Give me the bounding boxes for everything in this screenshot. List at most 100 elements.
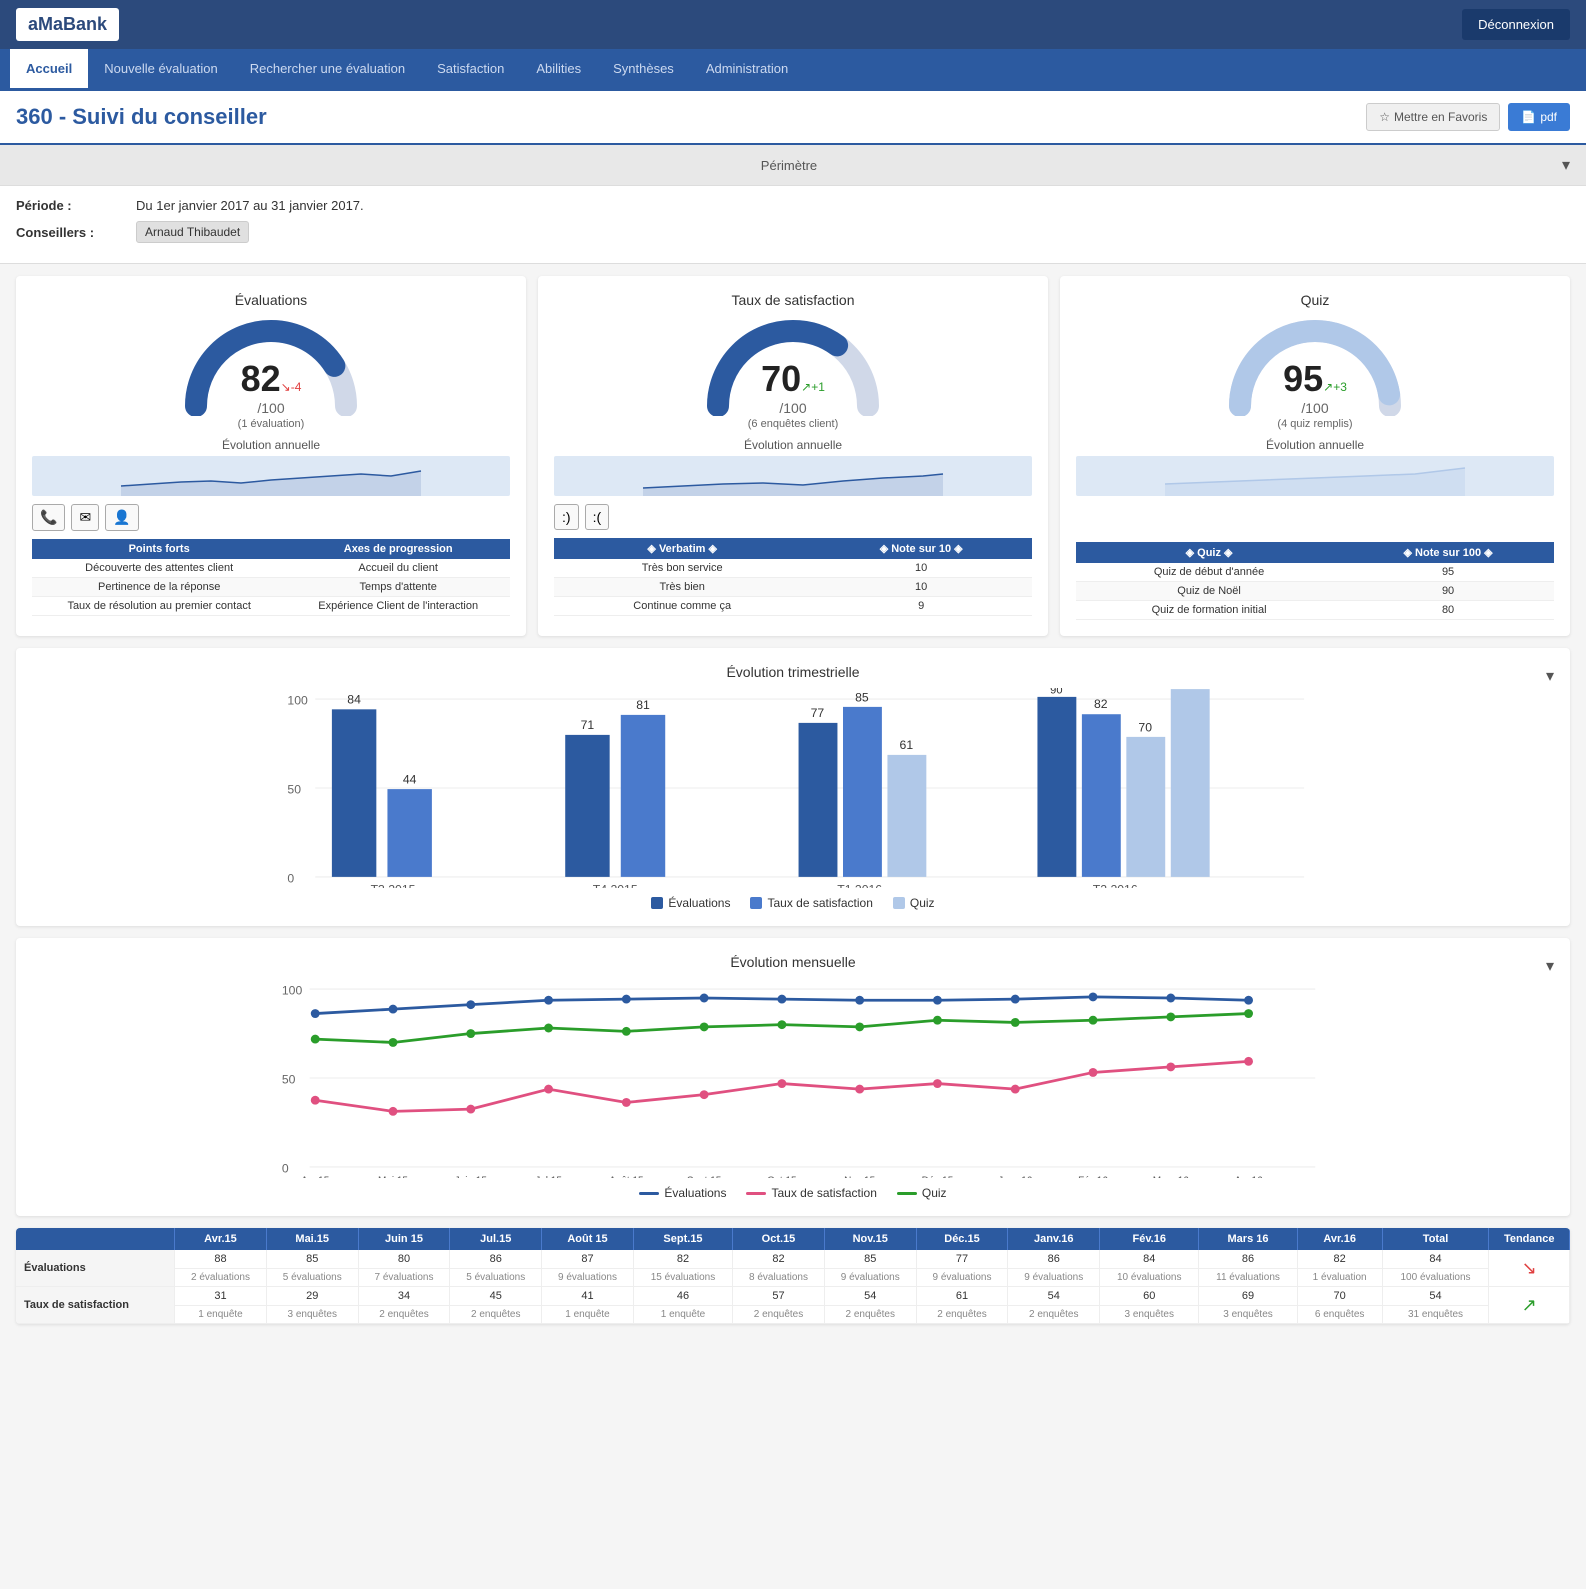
table-row: Évaluations 88 85 80 86 87 82 82 85 77 8…: [16, 1250, 1570, 1269]
sat-sept15-sub: 1 enquête: [633, 1306, 732, 1324]
svg-text:81: 81: [636, 698, 650, 712]
monthly-quiz-dot: [1166, 1012, 1175, 1021]
eval-oct15: 82: [733, 1250, 825, 1269]
monthly-sat-dot: [1166, 1062, 1175, 1071]
legend-evaluations-color: [651, 897, 663, 909]
sat-nov15-sub: 2 enquêtes: [824, 1306, 916, 1324]
evaluations-card: Évaluations 82↘-4 /100 (1 évaluation): [16, 276, 526, 636]
pdf-button[interactable]: 📄 pdf: [1508, 103, 1570, 131]
nav-administration[interactable]: Administration: [690, 49, 804, 91]
table-row: Continue comme ça 9: [554, 597, 1032, 616]
table-row: Pertinence de la réponse Temps d'attente: [32, 578, 510, 597]
eval-mars16: 86: [1199, 1250, 1297, 1269]
monthly-legend-evaluations: Évaluations: [639, 1186, 726, 1200]
quiz-gauge-container: 95↗+3 /100 (4 quiz remplis): [1076, 316, 1554, 430]
chevron-down-icon: ▾: [1562, 155, 1570, 175]
sat-tendance: ↗: [1489, 1287, 1570, 1324]
fav-button[interactable]: ☆ Mettre en Favoris: [1366, 103, 1500, 131]
happy-icon-button[interactable]: :): [554, 504, 579, 530]
period-row: Période : Du 1er janvier 2017 au 31 janv…: [16, 198, 1570, 213]
quiz-table: ◈ Quiz ◈ ◈ Note sur 100 ◈ Quiz de début …: [1076, 542, 1554, 620]
sat-col-verbatim: ◈ Verbatim ◈: [554, 538, 810, 559]
sat-oct15: 57: [733, 1287, 825, 1306]
legend-evaluations: Évaluations: [651, 896, 730, 910]
sat-sept15: 46: [633, 1287, 732, 1306]
eval-mars16-sub: 11 évaluations: [1199, 1269, 1297, 1287]
satisfaction-big-num: 70: [761, 358, 801, 399]
logout-button[interactable]: Déconnexion: [1462, 9, 1570, 40]
sat-janv16: 54: [1008, 1287, 1100, 1306]
eval-nov15-sub: 9 évaluations: [824, 1269, 916, 1287]
svg-text:82: 82: [1094, 697, 1108, 711]
eval-fev16-sub: 10 évaluations: [1100, 1269, 1199, 1287]
evaluations-gauge-svg-wrap: 82↘-4 /100: [181, 316, 361, 416]
monthly-sat-dot: [389, 1107, 398, 1116]
sat-avr15: 31: [175, 1287, 267, 1306]
monthly-sat-dot: [1244, 1057, 1253, 1066]
quiz-evol: Évolution annuelle: [1076, 438, 1554, 496]
col-juin15: Juin 15: [358, 1228, 450, 1250]
quiz-big-num: 95: [1283, 358, 1323, 399]
main-content: Évaluations 82↘-4 /100 (1 évaluation): [0, 264, 1586, 1348]
perimetre-bar[interactable]: Périmètre ▾: [0, 145, 1586, 186]
legend-satisfaction-label: Taux de satisfaction: [767, 896, 872, 910]
sad-icon-button[interactable]: :(: [585, 504, 610, 530]
eval-juin15: 80: [358, 1250, 450, 1269]
nav-abilities[interactable]: Abilities: [520, 49, 597, 91]
sat-total-sub: 31 enquêtes: [1382, 1306, 1489, 1324]
quiz-note-1: 95: [1342, 563, 1554, 582]
sat-nov15: 54: [824, 1287, 916, 1306]
gauge-row: Évaluations 82↘-4 /100 (1 évaluation): [16, 276, 1570, 636]
nav-rechercher-evaluation[interactable]: Rechercher une évaluation: [234, 49, 421, 91]
sat-jul15-sub: 2 enquêtes: [450, 1306, 542, 1324]
nav-syntheses[interactable]: Synthèses: [597, 49, 690, 91]
evaluations-evol: Évolution annuelle: [32, 438, 510, 496]
monthly-sat-dot: [933, 1079, 942, 1088]
email-icon-button[interactable]: ✉: [71, 504, 99, 531]
monthly-eval-dot: [1244, 996, 1253, 1005]
nav-satisfaction[interactable]: Satisfaction: [421, 49, 520, 91]
monthly-eval-dot: [933, 996, 942, 1005]
monthly-quiz-dot: [622, 1027, 631, 1036]
sat-janv16-sub: 2 enquêtes: [1008, 1306, 1100, 1324]
evaluations-denom: /100: [257, 400, 284, 416]
phone-icon-button[interactable]: 📞: [32, 504, 65, 531]
pdf-icon: 📄: [1521, 110, 1536, 124]
satisfaction-value-display: 70↗+1 /100: [703, 358, 883, 416]
user-icon-button[interactable]: 👤: [105, 504, 138, 531]
eval-fev16: 84: [1100, 1250, 1199, 1269]
monthly-legend-satisfaction: Taux de satisfaction: [746, 1186, 876, 1200]
eval-sept15: 82: [633, 1250, 732, 1269]
filter-section: Période : Du 1er janvier 2017 au 31 janv…: [0, 186, 1586, 264]
monthly-quiz-dot: [1011, 1018, 1020, 1027]
eval-tendance: ↘: [1489, 1250, 1570, 1287]
sat-col-note: ◈ Note sur 10 ◈: [810, 538, 1032, 559]
quiz-delta: ↗+3: [1323, 380, 1347, 394]
svg-text:70: 70: [1138, 720, 1152, 734]
monthly-quiz-dot: [855, 1022, 864, 1031]
monthly-quiz-dot: [466, 1029, 475, 1038]
conseiller-tag[interactable]: Arnaud Thibaudet: [136, 221, 249, 243]
quiz-note-3: 80: [1342, 601, 1554, 620]
sat-dec15: 61: [916, 1287, 1008, 1306]
col-mars16: Mars 16: [1199, 1228, 1297, 1250]
legend-quiz-color: [893, 897, 905, 909]
monthly-sat-dot: [622, 1098, 631, 1107]
quiz-name-1: Quiz de début d'année: [1076, 563, 1342, 582]
monthly-quiz-dot: [389, 1038, 398, 1047]
eval-jul15: 86: [450, 1250, 542, 1269]
evaluations-icons-row: 📞 ✉ 👤: [32, 504, 510, 531]
svg-text:Oct.15: Oct.15: [767, 1176, 797, 1178]
sat-fev16-sub: 3 enquêtes: [1100, 1306, 1199, 1324]
nav-nouvelle-evaluation[interactable]: Nouvelle évaluation: [88, 49, 233, 91]
quiz-evol-chart: [1076, 456, 1554, 496]
monthly-legend-eval-color: [639, 1192, 659, 1195]
sat-mars16-sub: 3 enquêtes: [1199, 1306, 1297, 1324]
nav-accueil[interactable]: Accueil: [10, 49, 88, 91]
col-empty: [16, 1228, 175, 1250]
note-1: 10: [810, 559, 1032, 578]
bottom-data-table: Avr.15 Mai.15 Juin 15 Jul.15 Août 15 Sep…: [16, 1228, 1570, 1324]
sat-oct15-sub: 2 enquêtes: [733, 1306, 825, 1324]
monthly-quiz-dot: [700, 1022, 709, 1031]
monthly-eval-dot: [389, 1005, 398, 1014]
